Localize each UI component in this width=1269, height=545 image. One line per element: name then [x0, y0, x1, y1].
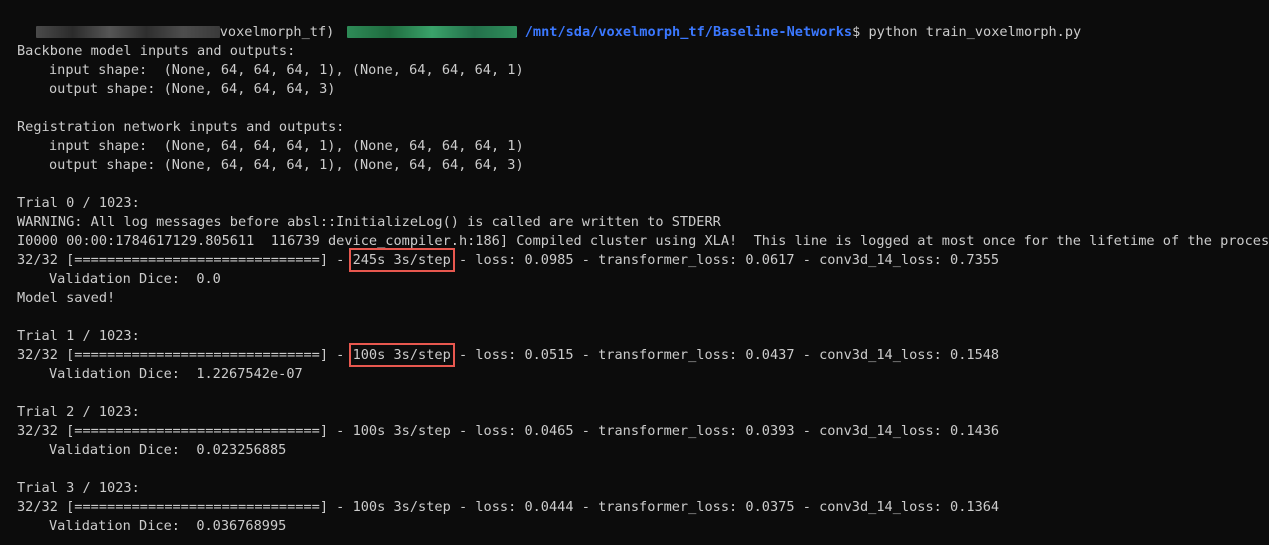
- validation-dice: Validation Dice: 0.0: [49, 271, 221, 287]
- metrics: - loss: 0.0985 - transformer_loss: 0.061…: [450, 252, 1000, 268]
- progress-line: 32/32 [==============================] -…: [17, 498, 1269, 517]
- timing-highlight: 245s 3s/step: [348, 248, 455, 272]
- progress-line: 32/32 [==============================] -…: [17, 422, 1269, 441]
- timing: 100s 3s/step: [352, 499, 451, 515]
- backbone-output: output shape: (None, 64, 64, 64, 3): [49, 81, 336, 97]
- registration-output: output shape: (None, 64, 64, 64, 1), (No…: [49, 157, 524, 173]
- progress-bar: 32/32 [==============================] -: [17, 423, 353, 439]
- registration-input: input shape: (None, 64, 64, 64, 1), (Non…: [49, 138, 524, 154]
- shell-prompt: voxelmorph_tf) /mnt/sda/voxelmorph_tf/Ba…: [3, 4, 1269, 40]
- metrics: - loss: 0.0444 - transformer_loss: 0.037…: [450, 499, 1000, 515]
- trial-header: Trial 3 / 1023:: [17, 480, 140, 496]
- progress-line: 32/32 [==============================] -…: [17, 343, 1269, 367]
- validation-dice: Validation Dice: 1.2267542e-07: [49, 366, 303, 382]
- warning-line: WARNING: All log messages before absl::I…: [17, 214, 721, 230]
- progress-bar: 32/32 [==============================] -: [17, 347, 353, 363]
- timing-highlight: 100s 3s/step: [348, 343, 455, 367]
- registration-header: Registration network inputs and outputs:: [17, 119, 345, 135]
- prompt-command: $ python train_voxelmorph.py: [852, 24, 1082, 40]
- validation-dice: Validation Dice: 0.036768995: [49, 518, 287, 534]
- redacted-host: [346, 26, 517, 38]
- backbone-input: input shape: (None, 64, 64, 64, 1), (Non…: [49, 62, 524, 78]
- validation-dice: Validation Dice: 0.023256885: [49, 442, 287, 458]
- progress-bar: 32/32 [==============================] -: [17, 499, 353, 515]
- progress-bar: 32/32 [==============================] -: [17, 252, 353, 268]
- trial-header: Trial 0 / 1023:: [17, 195, 140, 211]
- timing: 100s 3s/step: [352, 423, 451, 439]
- progress-line: 32/32 [==============================] -…: [17, 248, 1269, 272]
- terminal-window[interactable]: voxelmorph_tf) /mnt/sda/voxelmorph_tf/Ba…: [0, 0, 1269, 545]
- backbone-header: Backbone model inputs and outputs:: [17, 43, 296, 59]
- trial-header: Trial 1 / 1023:: [17, 328, 140, 344]
- redacted-user: [35, 26, 220, 38]
- xla-info-line: I0000 00:00:1784617129.805611 116739 dev…: [17, 233, 1269, 249]
- trial-header: Trial 2 / 1023:: [17, 404, 140, 420]
- prompt-env: voxelmorph_tf): [219, 24, 335, 40]
- metrics: - loss: 0.0465 - transformer_loss: 0.039…: [450, 423, 1000, 439]
- model-saved: Model saved!: [17, 290, 116, 306]
- metrics: - loss: 0.0515 - transformer_loss: 0.043…: [450, 347, 1000, 363]
- prompt-path: /mnt/sda/voxelmorph_tf/Baseline-Networks: [524, 24, 853, 40]
